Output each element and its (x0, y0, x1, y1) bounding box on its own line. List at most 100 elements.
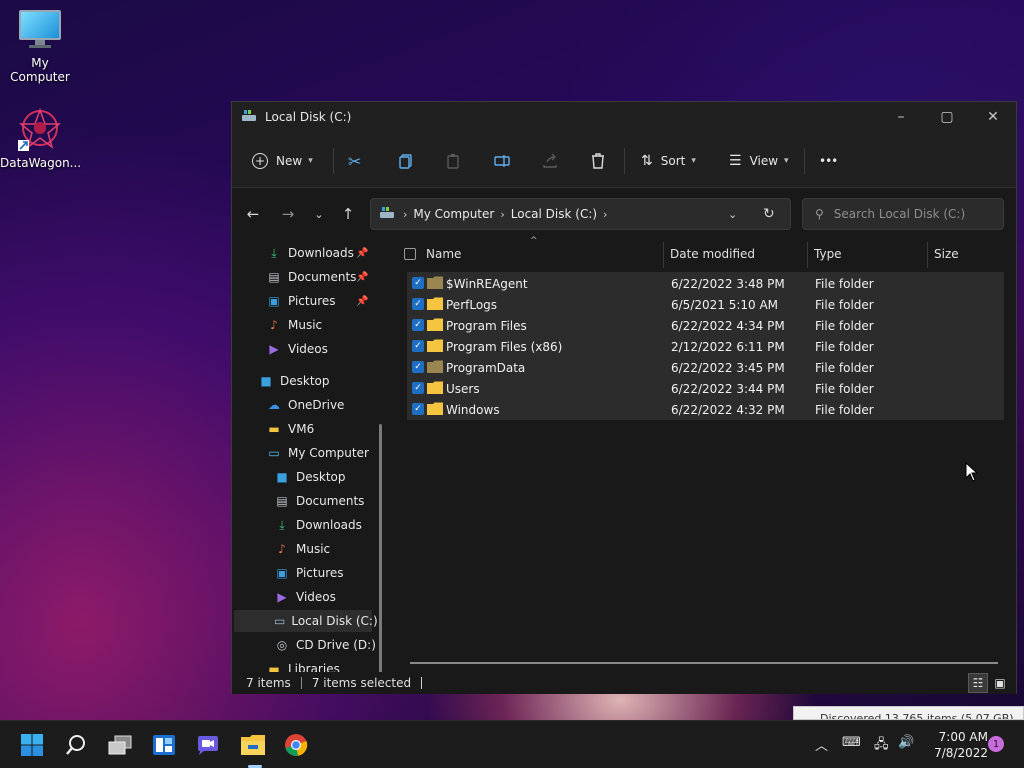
table-row[interactable]: ✓ Program Files (x86) 2/12/2022 6:11 PM … (407, 336, 1004, 357)
select-all-checkbox[interactable] (404, 248, 416, 260)
chrome-button[interactable] (282, 731, 310, 759)
share-button[interactable] (542, 148, 558, 174)
sort-button[interactable]: ⇅ Sort ▾ (641, 148, 696, 174)
refresh-icon[interactable]: ↻ (763, 206, 775, 222)
status-divider (300, 677, 302, 689)
keyboard-button[interactable]: ⌨ (842, 735, 861, 750)
delete-button[interactable] (590, 148, 606, 174)
tiles-view-button[interactable]: ▣ (990, 673, 1010, 693)
breadcrumb-local-disk[interactable]: Local Disk (C:) (511, 207, 597, 221)
new-button[interactable]: + New ▾ (252, 148, 313, 174)
row-checkbox[interactable]: ✓ (412, 298, 424, 310)
table-row[interactable]: ✓ ProgramData 6/22/2022 3:45 PM File fol… (407, 357, 1004, 378)
nav-item-onedrive[interactable]: ☁ OneDrive (266, 394, 344, 416)
title-bar[interactable]: Local Disk (C:) – ▢ ✕ (232, 102, 1016, 132)
nav-item-documents[interactable]: ▤ Documents 📌 (266, 266, 378, 288)
column-label: Type (814, 247, 842, 261)
speaker-icon: 🔊 (898, 735, 915, 750)
breadcrumb-my-computer[interactable]: My Computer (413, 207, 494, 221)
nav-item-vm6[interactable]: ▬ VM6 (266, 418, 314, 440)
maximize-button[interactable]: ▢ (924, 102, 970, 132)
paste-button[interactable] (445, 148, 461, 174)
nav-label: Downloads (296, 518, 362, 532)
table-row[interactable]: ✓ Users 6/22/2022 3:44 PM File folder (407, 378, 1004, 399)
folder-icon (427, 318, 443, 331)
address-dropdown-icon[interactable]: ⌄ (728, 208, 737, 221)
view-button[interactable]: ☰ View ▾ (729, 148, 789, 174)
volume-button[interactable]: 🔊 (898, 735, 914, 750)
nav-item-pc-documents[interactable]: ▤ Documents (274, 490, 364, 512)
notification-badge[interactable]: 1 (988, 736, 1004, 752)
desktop-icon-my-computer[interactable]: My Computer (0, 10, 80, 84)
row-checkbox[interactable]: ✓ (412, 382, 424, 394)
document-icon: ▤ (268, 270, 280, 284)
start-button[interactable] (18, 731, 46, 759)
cut-button[interactable]: ✂ (348, 148, 361, 174)
folder-icon: ▬ (268, 662, 280, 672)
nav-item-cd-drive[interactable]: ◎ CD Drive (D:) (274, 634, 376, 656)
table-row[interactable]: ✓ PerfLogs 6/5/2021 5:10 AM File folder (407, 294, 1004, 315)
nav-item-libraries[interactable]: ▬ Libraries (266, 658, 340, 672)
recent-locations-button[interactable]: ⌄ (308, 204, 330, 224)
nav-item-pc-desktop[interactable]: ■ Desktop (274, 466, 345, 488)
table-row[interactable]: ✓ $WinREAgent 6/22/2022 3:48 PM File fol… (407, 273, 1004, 294)
details-view-button[interactable]: ☷ (968, 673, 988, 693)
column-header-date[interactable]: Date modified (670, 238, 755, 270)
nav-item-pc-music[interactable]: ♪ Music (274, 538, 330, 560)
file-type: File folder (815, 297, 874, 312)
nav-item-pc-pictures[interactable]: ▣ Pictures (274, 562, 343, 584)
show-hidden-icons-button[interactable]: ︿ (815, 735, 828, 754)
system-clock[interactable]: 7:00 AM 7/8/2022 (928, 729, 988, 761)
copy-button[interactable] (398, 148, 414, 174)
task-view-button[interactable] (106, 731, 134, 759)
row-checkbox[interactable]: ✓ (412, 361, 424, 373)
row-checkbox[interactable]: ✓ (412, 340, 424, 352)
search-box[interactable]: ⚲ (802, 198, 1004, 230)
up-button[interactable]: ↑ (337, 204, 359, 224)
address-field[interactable]: › My Computer › Local Disk (C:) › ⌄ ↻ (370, 198, 791, 230)
table-row[interactable]: ✓ Program Files 6/22/2022 4:34 PM File f… (407, 315, 1004, 336)
nav-item-downloads[interactable]: ⤓ Downloads 📌 (266, 242, 378, 264)
nav-scrollbar[interactable] (379, 424, 382, 672)
row-checkbox[interactable]: ✓ (412, 319, 424, 331)
status-bar: 7 items 7 items selected ☷ ▣ (232, 672, 1016, 694)
table-row[interactable]: ✓ Windows 6/22/2022 4:32 PM File folder (407, 399, 1004, 420)
select-all-header[interactable] (404, 238, 416, 270)
nav-item-music[interactable]: ♪ Music (266, 314, 322, 336)
nav-item-pc-videos[interactable]: ▶ Videos (274, 586, 336, 608)
search-input[interactable] (833, 207, 994, 221)
folder-icon (427, 360, 443, 373)
column-label: Name (426, 247, 462, 261)
back-button[interactable]: ← (242, 204, 264, 224)
nav-item-desktop[interactable]: ■ Desktop (258, 370, 329, 392)
picture-icon: ▣ (276, 566, 288, 580)
chat-button[interactable] (194, 731, 222, 759)
minimize-button[interactable]: – (878, 102, 924, 132)
file-explorer-taskbar-button[interactable] (238, 731, 268, 759)
column-header-name[interactable]: Name (426, 238, 461, 270)
nav-item-videos[interactable]: ▶ Videos (266, 338, 328, 360)
chevron-down-icon: ▾ (308, 156, 313, 166)
navigation-pane: ⤓ Downloads 📌 ▤ Documents 📌 ▣ Pictures 📌… (232, 238, 382, 672)
nav-item-local-disk[interactable]: ▭ Local Disk (C:) (234, 610, 378, 632)
column-header-size[interactable]: Size (934, 238, 959, 270)
close-button[interactable]: ✕ (970, 102, 1016, 132)
pin-icon: 📌 (356, 295, 369, 307)
row-checkbox[interactable]: ✓ (412, 277, 424, 289)
nav-item-pc-downloads[interactable]: ⤓ Downloads (274, 514, 362, 536)
nav-item-pictures[interactable]: ▣ Pictures 📌 (266, 290, 378, 312)
nav-item-my-computer[interactable]: ▭ My Computer (266, 442, 369, 464)
column-header-type[interactable]: Type (814, 238, 842, 270)
progress-toast[interactable]: Discovered 13,765 items (5.07 GB) (793, 706, 1024, 720)
horizontal-scrollbar[interactable] (410, 662, 998, 664)
forward-button[interactable]: → (277, 204, 299, 224)
network-button[interactable]: 🖧 (874, 735, 889, 757)
row-checkbox[interactable]: ✓ (412, 403, 424, 415)
search-button[interactable] (62, 731, 90, 759)
music-note-icon: ♪ (270, 318, 278, 332)
more-options-button[interactable]: ••• (819, 148, 838, 174)
rename-button[interactable] (494, 148, 511, 174)
music-note-icon: ♪ (278, 542, 286, 556)
desktop-icon-datawagon[interactable]: DataWagon... (0, 106, 81, 170)
widgets-button[interactable] (150, 731, 178, 759)
